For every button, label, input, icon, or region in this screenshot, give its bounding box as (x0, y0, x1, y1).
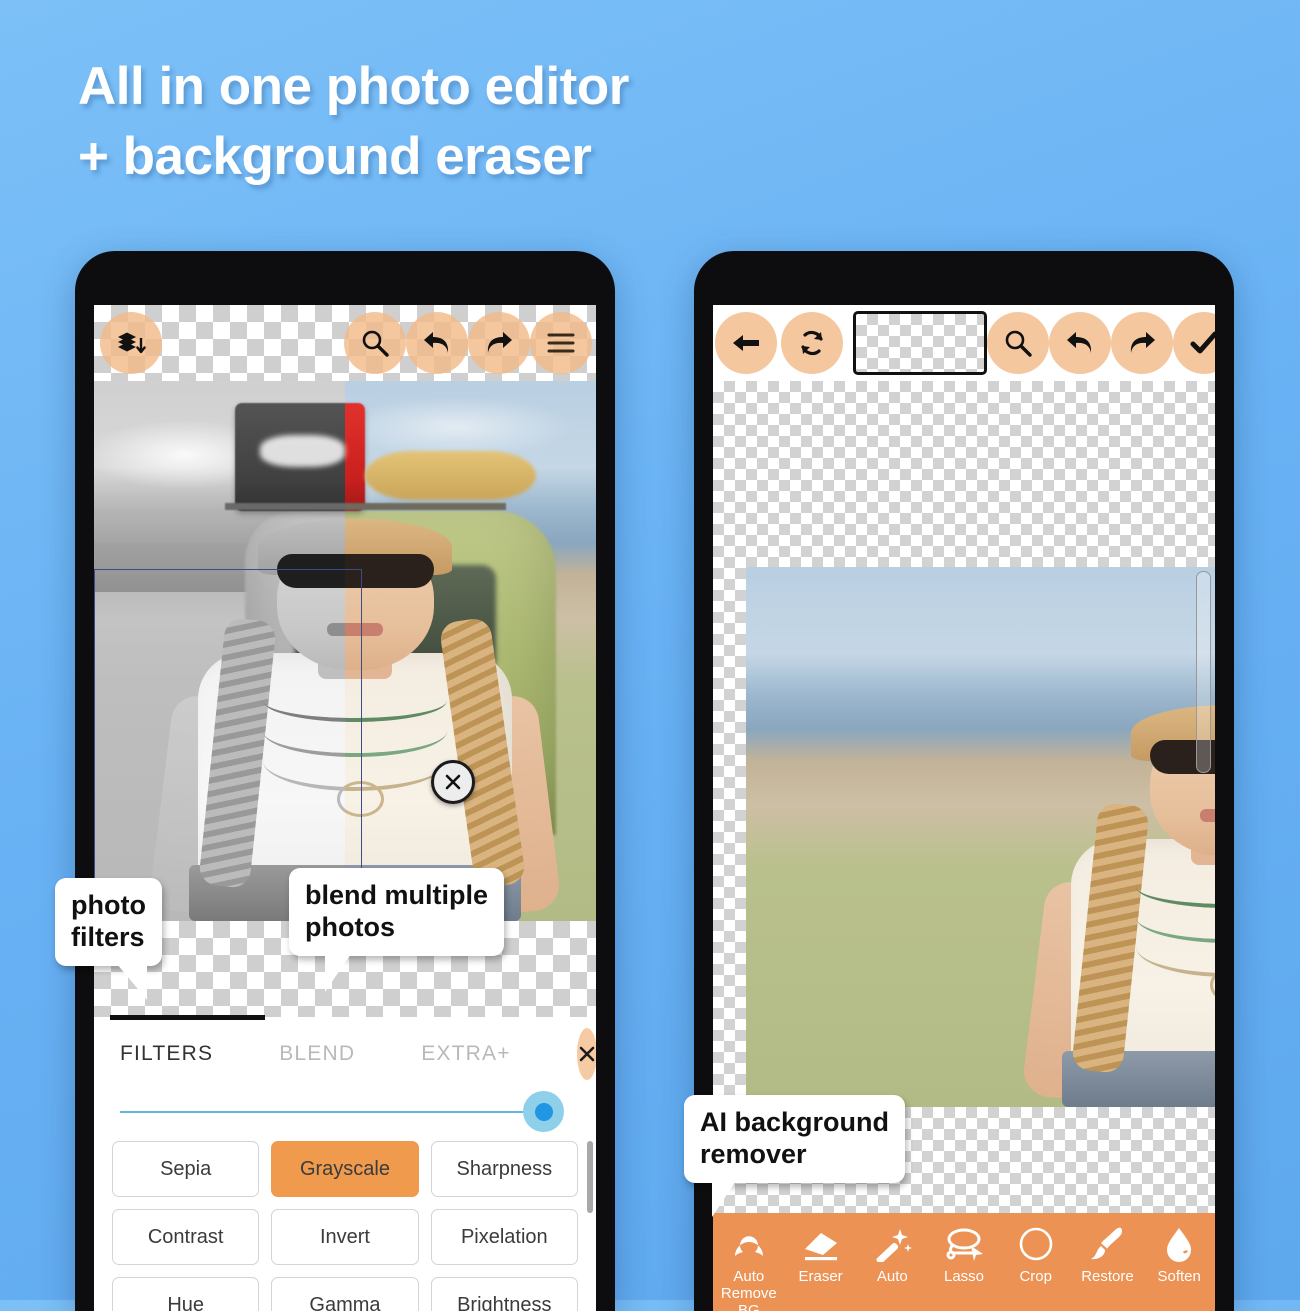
menu-icon (547, 333, 575, 353)
tool-label: Lasso (944, 1268, 985, 1285)
filter-intensity-slider[interactable] (120, 1091, 580, 1133)
slider-thumb[interactable] (523, 1091, 564, 1132)
filter-button-gamma[interactable]: Gamma (271, 1277, 419, 1311)
menu-button[interactable] (530, 312, 592, 374)
undo-button-left[interactable] (406, 312, 468, 374)
person-silhouette-icon (729, 1223, 769, 1265)
crop-circle-icon (1017, 1223, 1055, 1265)
editor-screen-left: FILTERS BLEND EXTRA+ Sepia Grayscale Sha… (94, 305, 596, 1311)
transparency-preview-box[interactable] (853, 311, 987, 375)
tool-auto[interactable]: Auto (856, 1223, 928, 1286)
tab-filters[interactable]: FILTERS (120, 1042, 213, 1066)
brush-size-slider[interactable] (1196, 571, 1211, 773)
undo-icon (1067, 332, 1092, 353)
filters-panel: FILTERS BLEND EXTRA+ Sepia Grayscale Sha… (94, 1015, 596, 1311)
tool-lasso[interactable]: Lasso (928, 1223, 1000, 1286)
lasso-icon (943, 1223, 985, 1265)
headline-line-1: All in one photo editor (78, 57, 629, 116)
paintbrush-icon (1088, 1223, 1126, 1265)
close-panel-button[interactable] (576, 1028, 596, 1080)
undo-button-right[interactable] (1049, 312, 1111, 374)
panel-handle (110, 1015, 265, 1020)
eraser-canvas[interactable] (713, 381, 1215, 1213)
tool-label: Soften (1157, 1268, 1201, 1285)
panel-tabs: FILTERS BLEND EXTRA+ (94, 1017, 596, 1091)
slider-track (120, 1111, 538, 1113)
zoom-button-right[interactable] (987, 312, 1049, 374)
cutout-subject-image[interactable] (746, 566, 1215, 1107)
tool-label: Crop (1019, 1268, 1052, 1285)
page-headline: All in one photo editor + background era… (78, 52, 838, 192)
callout-photo-filters: photo filters (55, 878, 162, 1000)
photo-image-grayscale (94, 381, 345, 921)
tool-auto-remove-bg[interactable]: Auto Remove BG (713, 1223, 785, 1311)
photo-layer-grayscale[interactable] (94, 381, 345, 921)
tool-soften[interactable]: Soften (1143, 1223, 1215, 1286)
close-icon (579, 1046, 595, 1062)
eraser-toolbar-right (713, 305, 1215, 381)
redo-icon (487, 332, 512, 353)
photo-image-color (345, 381, 596, 921)
photo-canvas[interactable] (94, 381, 596, 921)
delete-layer-button[interactable] (431, 760, 475, 804)
tool-restore[interactable]: Restore (1072, 1223, 1144, 1286)
back-button[interactable] (715, 312, 777, 374)
tab-extra[interactable]: EXTRA+ (421, 1042, 510, 1066)
filter-list-scrollbar[interactable] (587, 1141, 593, 1213)
redo-button-right[interactable] (1111, 312, 1173, 374)
filter-button-hue[interactable]: Hue (112, 1277, 260, 1311)
search-icon (1005, 330, 1032, 357)
filter-button-grayscale[interactable]: Grayscale (271, 1141, 419, 1197)
layers-download-icon (118, 332, 146, 354)
filter-list: Sepia Grayscale Sharpness Contrast Inver… (94, 1133, 596, 1311)
droplet-icon (1162, 1223, 1196, 1265)
redo-icon (1130, 332, 1155, 353)
confirm-button[interactable] (1173, 312, 1215, 374)
check-icon (1190, 331, 1215, 354)
magic-wand-icon (872, 1223, 913, 1265)
tool-label: Restore (1081, 1268, 1134, 1285)
filter-button-brightness[interactable]: Brightness (430, 1277, 578, 1311)
refresh-icon (801, 330, 823, 356)
eraser-tool-bar: Auto Remove BG Eraser Auto Lasso Crop Re… (713, 1213, 1215, 1311)
tab-blend[interactable]: BLEND (279, 1042, 355, 1066)
eraser-icon (800, 1223, 842, 1265)
tool-label: Eraser (798, 1268, 843, 1285)
photo-layer-color[interactable] (345, 381, 596, 921)
callout-ai-remover: AI background remover (684, 1095, 906, 1217)
editor-toolbar-left (94, 305, 596, 381)
callout-blend-photos: blend multiple photos (289, 868, 505, 992)
tool-crop[interactable]: Crop (1000, 1223, 1072, 1286)
close-icon (445, 774, 461, 790)
reset-button[interactable] (781, 312, 843, 374)
filter-button-invert[interactable]: Invert (271, 1209, 419, 1265)
redo-button-left[interactable] (468, 312, 530, 374)
filter-button-pixelation[interactable]: Pixelation (430, 1209, 578, 1265)
tool-label: Auto Remove BG (720, 1268, 777, 1311)
tool-label: Auto (876, 1268, 908, 1285)
phone-mockup-left: FILTERS BLEND EXTRA+ Sepia Grayscale Sha… (75, 251, 615, 1311)
undo-icon (424, 332, 449, 353)
tool-eraser[interactable]: Eraser (785, 1223, 857, 1286)
filter-button-sharpness[interactable]: Sharpness (430, 1141, 578, 1197)
filter-button-contrast[interactable]: Contrast (112, 1209, 260, 1265)
headline-line-2: + background eraser (78, 126, 592, 186)
zoom-button-left[interactable] (344, 312, 406, 374)
search-icon (362, 330, 389, 357)
filter-button-sepia[interactable]: Sepia (112, 1141, 260, 1197)
layers-download-button[interactable] (100, 312, 162, 374)
back-arrow-icon (733, 335, 759, 351)
